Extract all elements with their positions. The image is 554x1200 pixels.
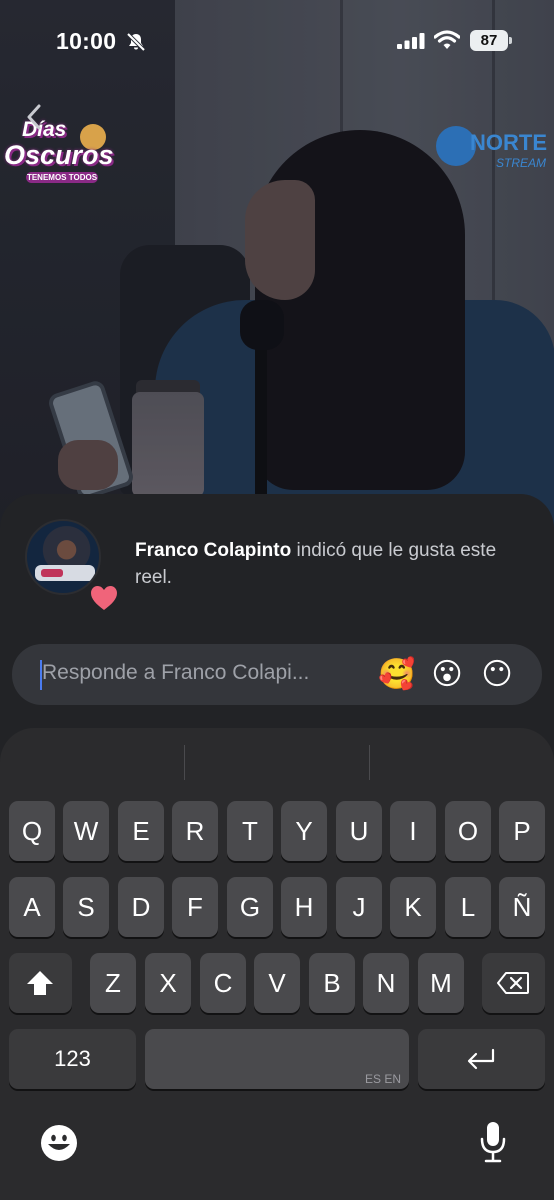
key-k[interactable]: K <box>390 877 436 937</box>
key-d[interactable]: D <box>118 877 164 937</box>
key-l[interactable]: L <box>445 877 491 937</box>
key-e[interactable]: E <box>118 801 164 861</box>
heart-icon <box>91 586 117 610</box>
status-time: 10:00 <box>56 28 117 54</box>
key-o[interactable]: O <box>445 801 491 861</box>
key-x[interactable]: X <box>145 953 191 1013</box>
backspace-icon <box>497 972 529 994</box>
battery-indicator: 87 <box>470 30 512 51</box>
norte-stream-logo: NORTE STREAM <box>436 124 554 174</box>
avatar-car-livery <box>41 569 63 577</box>
key-j[interactable]: J <box>336 877 382 937</box>
key-h[interactable]: H <box>281 877 327 937</box>
like-notification-text: Franco Colapinto indicó que le gusta est… <box>135 537 535 591</box>
suggestion-divider <box>369 745 370 780</box>
return-key[interactable] <box>418 1029 545 1089</box>
key-r[interactable]: R <box>172 801 218 861</box>
key-m[interactable]: M <box>418 953 464 1013</box>
key-q[interactable]: Q <box>9 801 55 861</box>
key-z[interactable]: Z <box>90 953 136 1013</box>
status-bar: 10:00 87 <box>0 0 554 80</box>
key-t[interactable]: T <box>227 801 273 861</box>
key-y[interactable]: Y <box>281 801 327 861</box>
key-enye[interactable]: Ñ <box>499 877 545 937</box>
key-s[interactable]: S <box>63 877 109 937</box>
logo-left-tagline: TENEMOS TODOS <box>26 172 98 183</box>
backspace-key[interactable] <box>482 953 545 1013</box>
emoji-keyboard-icon[interactable] <box>40 1124 78 1162</box>
cellular-signal-icon <box>397 33 425 49</box>
logo-right-line1: NORTE <box>470 130 547 155</box>
numbers-key[interactable]: 123 <box>9 1029 136 1089</box>
wifi-icon <box>434 30 460 49</box>
key-g[interactable]: G <box>227 877 273 937</box>
smiling-hearts-emoji-button[interactable]: 🥰 <box>378 657 415 693</box>
microphone-icon[interactable] <box>480 1120 506 1164</box>
space-language-label: ES EN <box>364 1072 401 1086</box>
reply-placeholder: Responde a Franco Colapi... <box>42 661 310 684</box>
suggestion-divider <box>184 745 185 780</box>
logo-right-line2: STREAM <box>496 156 547 170</box>
logo-left-line2: Oscuros <box>4 140 114 170</box>
key-f[interactable]: F <box>172 877 218 937</box>
key-b[interactable]: B <box>309 953 355 1013</box>
key-n[interactable]: N <box>363 953 409 1013</box>
return-arrow-icon <box>467 1048 495 1070</box>
back-chevron-icon[interactable] <box>26 104 42 130</box>
key-u[interactable]: U <box>336 801 382 861</box>
key-a[interactable]: A <box>9 877 55 937</box>
key-w[interactable]: W <box>63 801 109 861</box>
dias-oscuros-logo: Días Oscuros TENEMOS TODOS <box>2 112 120 188</box>
shift-key[interactable] <box>9 953 72 1013</box>
key-i[interactable]: I <box>390 801 436 861</box>
bell-muted-icon <box>126 32 146 52</box>
no-mouth-emoji-button[interactable]: 😶 <box>479 657 515 693</box>
key-c[interactable]: C <box>200 953 246 1013</box>
key-p[interactable]: P <box>499 801 545 861</box>
key-v[interactable]: V <box>254 953 300 1013</box>
notification-user-name[interactable]: Franco Colapinto <box>135 540 291 561</box>
space-bar[interactable]: ES EN <box>145 1029 409 1089</box>
shift-arrow-icon <box>27 971 53 995</box>
surprised-emoji-button[interactable]: 😮 <box>429 657 465 693</box>
